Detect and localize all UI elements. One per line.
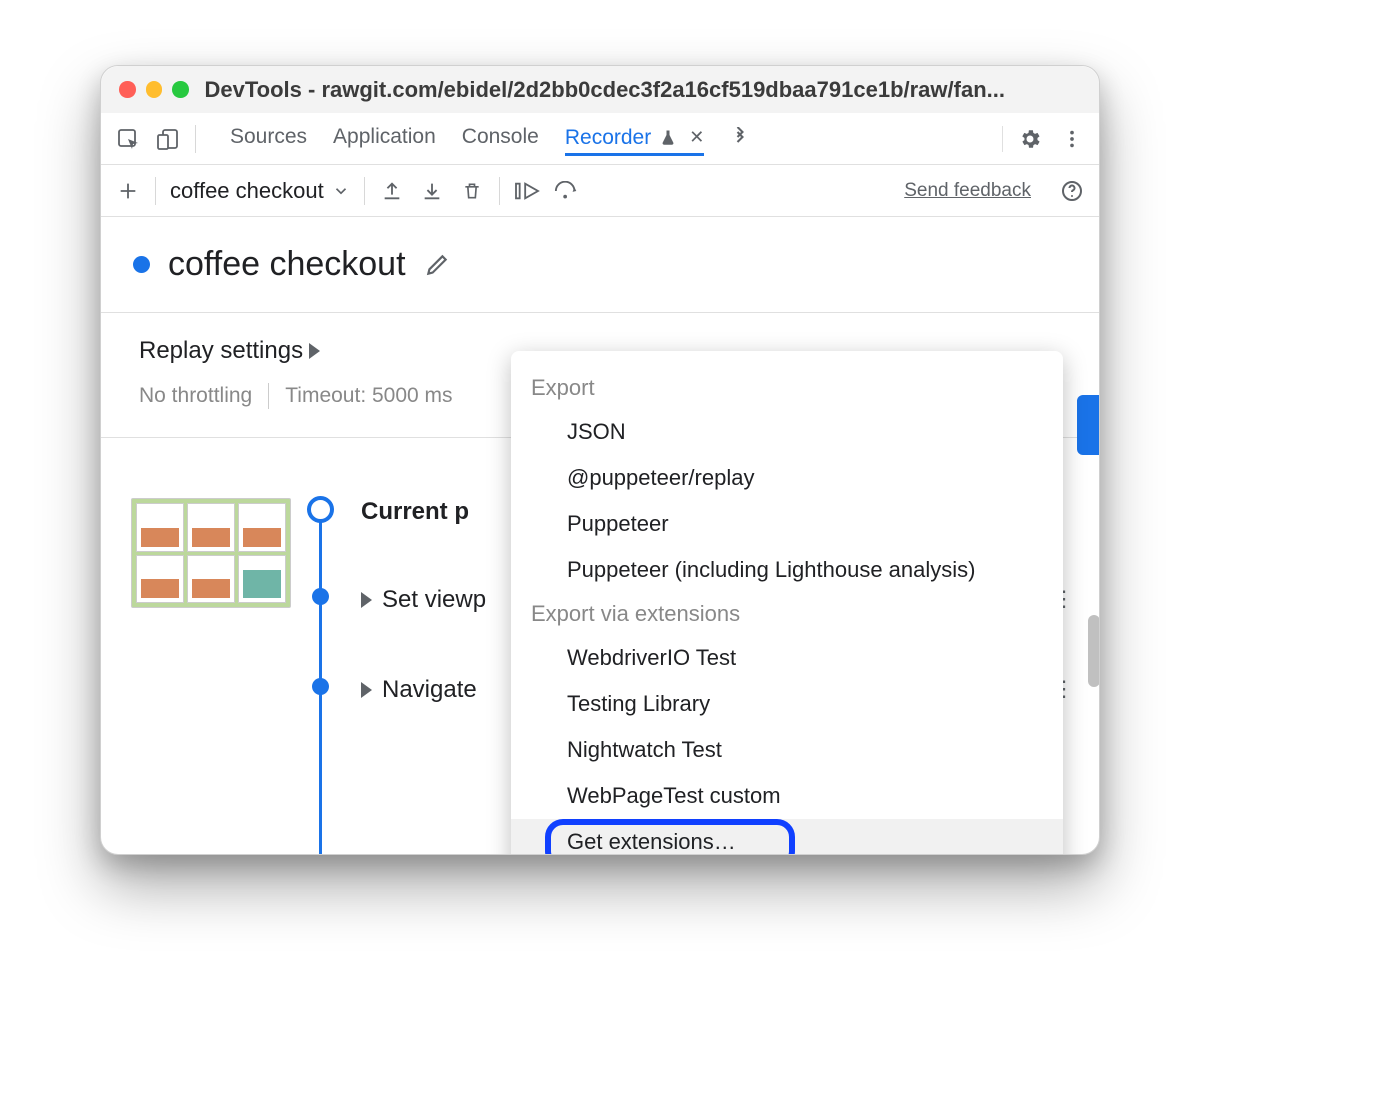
export-puppeteer[interactable]: Puppeteer (511, 501, 1063, 547)
tabstrip-right (1002, 126, 1085, 152)
export-puppeteer-replay[interactable]: @puppeteer/replay (511, 455, 1063, 501)
divider (499, 177, 500, 205)
recording-selector-label: coffee checkout (170, 178, 324, 204)
export-puppeteer-lighthouse[interactable]: Puppeteer (including Lighthouse analysis… (511, 547, 1063, 593)
record-indicator-icon (133, 256, 150, 273)
new-recording-button[interactable] (115, 178, 141, 204)
panel-tabs: Sources Application Console Recorder ✕ (230, 124, 988, 154)
step-navigate[interactable]: Navigate (361, 676, 477, 704)
step-current-page[interactable]: Current p (361, 498, 469, 526)
close-window-button[interactable] (119, 81, 136, 98)
timeline-node-start[interactable] (307, 496, 334, 523)
step-label-text: Set viewp (382, 586, 486, 614)
caret-right-icon (361, 592, 372, 608)
divider (155, 177, 156, 205)
edit-title-button[interactable] (424, 252, 450, 278)
export-nightwatch[interactable]: Nightwatch Test (511, 727, 1063, 773)
recorder-toolbar: coffee checkout Send feedback (101, 165, 1099, 217)
settings-gear-icon[interactable] (1017, 126, 1043, 152)
step-set-viewport[interactable]: Set viewp (361, 586, 486, 614)
timeout-value: Timeout: 5000 ms (285, 384, 452, 408)
throttling-value: No throttling (139, 384, 252, 408)
chevron-down-icon (332, 182, 350, 200)
timeline-node[interactable] (312, 678, 329, 695)
help-button[interactable] (1059, 178, 1085, 204)
tab-recorder[interactable]: Recorder ✕ (565, 126, 704, 156)
divider (268, 383, 269, 409)
get-extensions-label: Get extensions… (567, 829, 736, 854)
export-dropdown: Export JSON @puppeteer/replay Puppeteer … (511, 351, 1063, 854)
recorder-main: coffee checkout Replay settings No throt… (101, 217, 1099, 854)
inspect-element-icon[interactable] (115, 126, 141, 152)
export-webdriverio[interactable]: WebdriverIO Test (511, 635, 1063, 681)
import-button[interactable] (419, 178, 445, 204)
maximize-window-button[interactable] (172, 81, 189, 98)
export-webpagetest[interactable]: WebPageTest custom (511, 773, 1063, 819)
recording-title-row: coffee checkout (101, 217, 1099, 312)
timeline-node[interactable] (312, 588, 329, 605)
get-extensions-item[interactable]: Get extensions… (511, 819, 1063, 854)
devtools-tabstrip: Sources Application Console Recorder ✕ (101, 113, 1099, 165)
tab-application[interactable]: Application (333, 125, 436, 152)
kebab-menu-icon[interactable] (1059, 126, 1085, 152)
devtools-window: DevTools - rawgit.com/ebidel/2d2bb0cdec3… (100, 65, 1100, 855)
window-titlebar: DevTools - rawgit.com/ebidel/2d2bb0cdec3… (101, 66, 1099, 113)
close-tab-icon[interactable]: ✕ (689, 127, 704, 148)
minimize-window-button[interactable] (146, 81, 163, 98)
recording-title: coffee checkout (168, 245, 406, 284)
step-label-text: Navigate (382, 676, 477, 704)
page-screenshot-thumbnail (131, 498, 291, 608)
play-button[interactable] (514, 178, 540, 204)
step-label-text: Current p (361, 498, 469, 526)
tab-sources[interactable]: Sources (230, 125, 307, 152)
more-tabs-icon[interactable] (730, 127, 750, 150)
scrollbar-thumb[interactable] (1088, 615, 1099, 687)
replay-settings-label: Replay settings (139, 337, 303, 365)
divider (195, 125, 196, 153)
dropdown-section-export: Export (511, 367, 1063, 409)
caret-right-icon (361, 682, 372, 698)
window-title: DevTools - rawgit.com/ebidel/2d2bb0cdec3… (205, 77, 1100, 103)
export-button[interactable] (379, 178, 405, 204)
traffic-lights (119, 81, 189, 98)
export-testing-library[interactable]: Testing Library (511, 681, 1063, 727)
tab-recorder-label: Recorder (565, 126, 651, 150)
divider (364, 177, 365, 205)
flask-icon (659, 129, 677, 147)
step-button[interactable] (554, 178, 580, 204)
dropdown-section-extensions: Export via extensions (511, 593, 1063, 635)
recording-selector[interactable]: coffee checkout (170, 178, 350, 204)
delete-button[interactable] (459, 178, 485, 204)
send-feedback-link[interactable]: Send feedback (904, 180, 1031, 202)
caret-right-icon (309, 343, 320, 359)
device-toolbar-icon[interactable] (155, 126, 181, 152)
export-json[interactable]: JSON (511, 409, 1063, 455)
tab-console[interactable]: Console (462, 125, 539, 152)
